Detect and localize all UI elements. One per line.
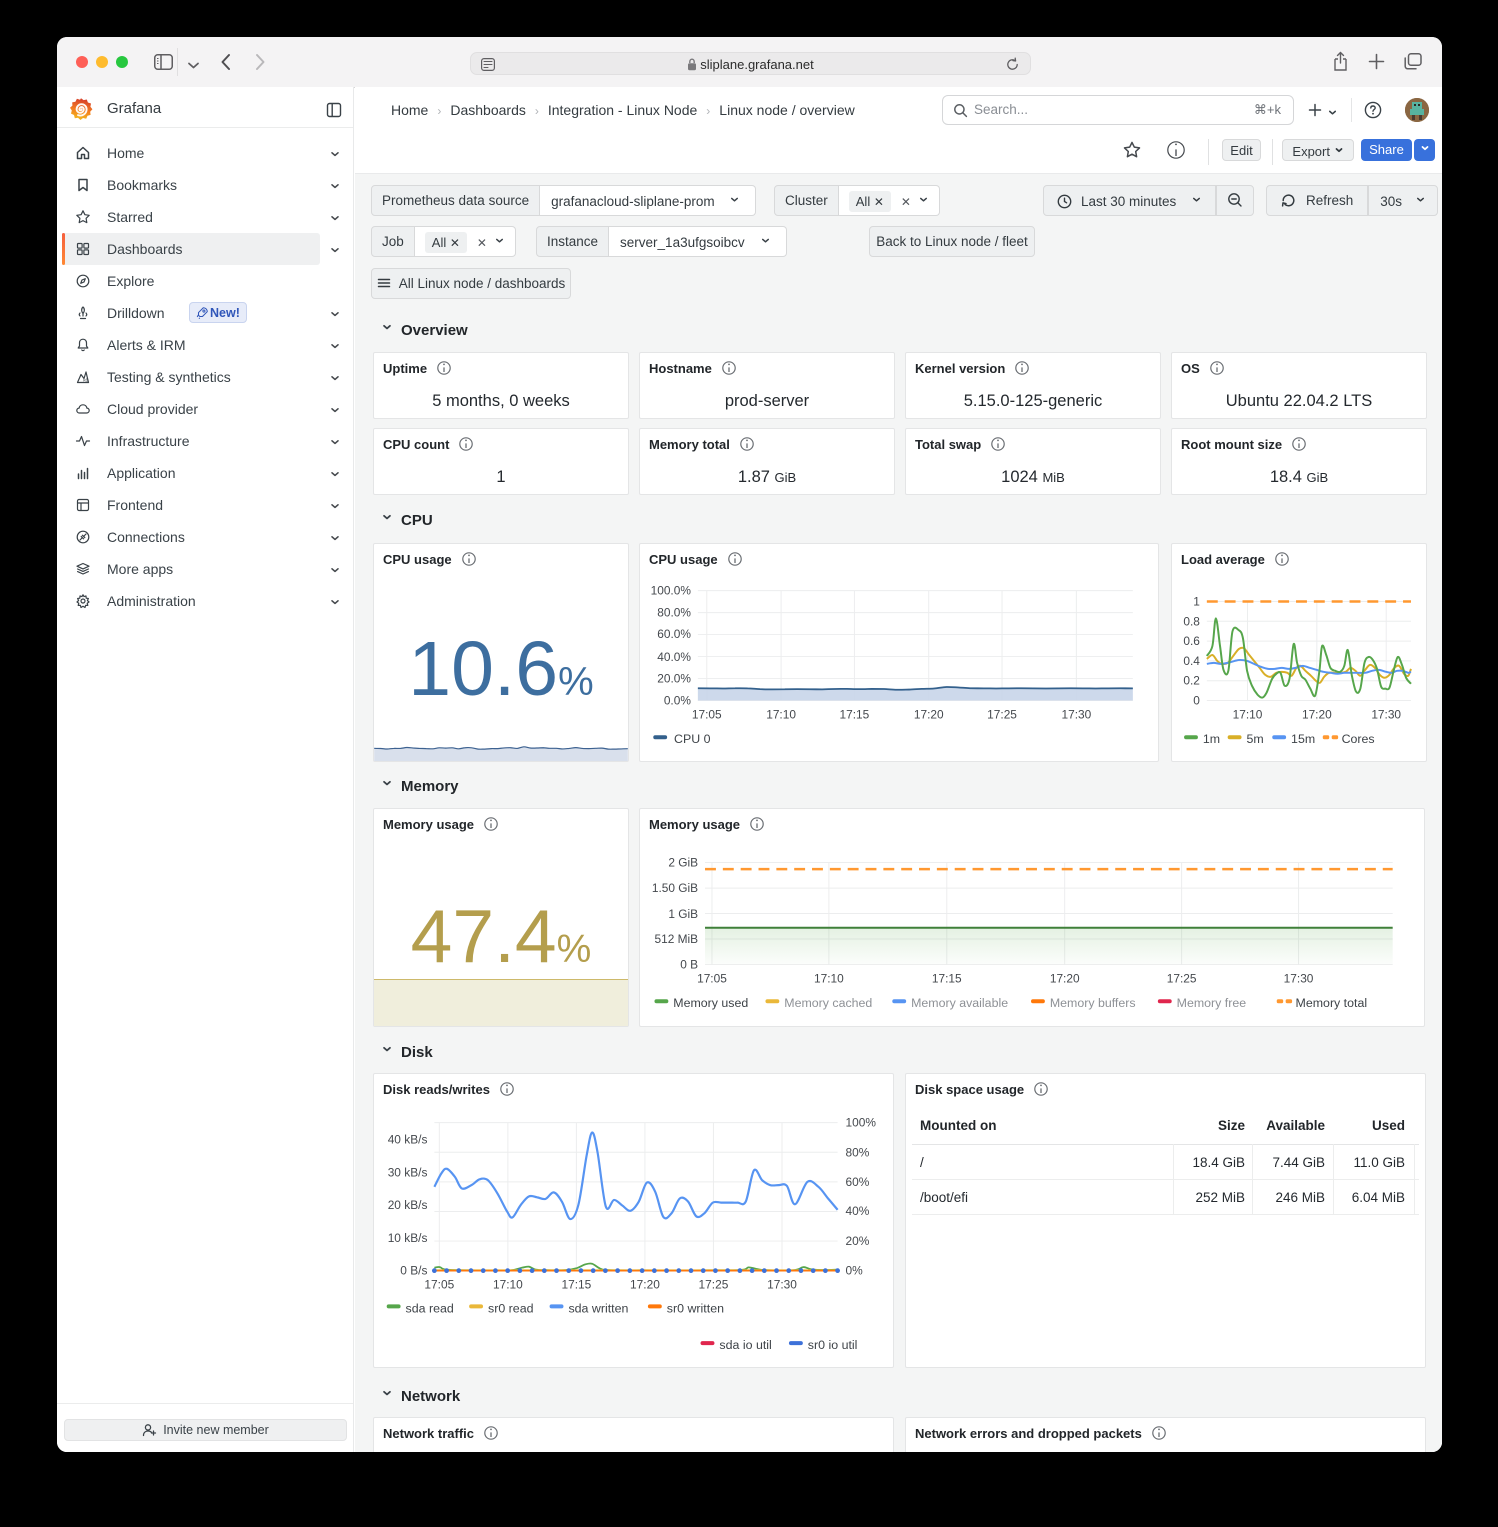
svg-text:20 kB/s: 20 kB/s	[388, 1198, 428, 1212]
svg-text:17:15: 17:15	[840, 707, 870, 721]
svg-text:0 B/s: 0 B/s	[400, 1264, 427, 1278]
svg-text:40 kB/s: 40 kB/s	[388, 1133, 428, 1147]
svg-text:100.0%: 100.0%	[651, 584, 692, 598]
svg-text:Memory used: Memory used	[673, 996, 748, 1010]
svg-text:sr0 read: sr0 read	[488, 1301, 534, 1315]
svg-text:0.8: 0.8	[1183, 614, 1200, 628]
svg-text:17:05: 17:05	[697, 971, 727, 985]
svg-text:sda read: sda read	[406, 1301, 454, 1315]
svg-text:0%: 0%	[846, 1264, 864, 1278]
svg-text:0.6: 0.6	[1183, 634, 1200, 648]
svg-text:1m: 1m	[1203, 732, 1220, 746]
svg-text:Cores: Cores	[1342, 732, 1375, 746]
svg-text:Memory buffers: Memory buffers	[1050, 996, 1136, 1010]
svg-text:80%: 80%	[846, 1145, 870, 1159]
svg-text:17:30: 17:30	[1062, 707, 1092, 721]
svg-text:0 B: 0 B	[680, 958, 698, 972]
svg-text:0.2: 0.2	[1183, 674, 1200, 688]
svg-text:Memory total: Memory total	[1296, 996, 1368, 1010]
svg-text:0: 0	[1193, 694, 1200, 708]
svg-text:60.0%: 60.0%	[657, 627, 691, 641]
svg-text:17:30: 17:30	[1371, 707, 1401, 721]
svg-text:sda io util: sda io util	[719, 1338, 771, 1352]
svg-text:0.0%: 0.0%	[664, 694, 692, 708]
svg-text:40%: 40%	[846, 1204, 870, 1218]
svg-text:17:10: 17:10	[814, 971, 844, 985]
svg-text:60%: 60%	[846, 1175, 870, 1189]
svg-text:17:30: 17:30	[767, 1278, 797, 1292]
svg-text:Memory available: Memory available	[911, 996, 1008, 1010]
svg-text:17:10: 17:10	[493, 1278, 523, 1292]
svg-text:CPU 0: CPU 0	[674, 732, 711, 746]
svg-text:80.0%: 80.0%	[657, 605, 691, 619]
svg-text:17:10: 17:10	[766, 707, 796, 721]
svg-text:40.0%: 40.0%	[657, 650, 691, 664]
svg-text:17:05: 17:05	[424, 1278, 454, 1292]
svg-text:sda written: sda written	[568, 1301, 628, 1315]
svg-text:17:15: 17:15	[932, 971, 962, 985]
svg-text:0.4: 0.4	[1183, 654, 1200, 668]
svg-text:17:05: 17:05	[692, 707, 722, 721]
svg-text:k6: k6	[83, 378, 88, 383]
svg-text:1 GiB: 1 GiB	[668, 907, 698, 921]
svg-text:sr0 written: sr0 written	[667, 1301, 724, 1315]
svg-text:Memory cached: Memory cached	[784, 996, 872, 1010]
svg-text:17:20: 17:20	[630, 1278, 660, 1292]
svg-text:sr0 io util: sr0 io util	[808, 1338, 858, 1352]
svg-text:17:20: 17:20	[914, 707, 944, 721]
svg-text:Memory free: Memory free	[1177, 996, 1247, 1010]
svg-text:17:20: 17:20	[1302, 707, 1332, 721]
svg-text:17:10: 17:10	[1233, 707, 1263, 721]
svg-text:20%: 20%	[846, 1234, 870, 1248]
svg-text:17:20: 17:20	[1050, 971, 1080, 985]
svg-text:512 MiB: 512 MiB	[654, 932, 698, 946]
svg-text:17:25: 17:25	[699, 1278, 729, 1292]
svg-text:17:15: 17:15	[561, 1278, 591, 1292]
svg-text:5m: 5m	[1246, 732, 1263, 746]
svg-text:15m: 15m	[1291, 732, 1315, 746]
svg-text:30 kB/s: 30 kB/s	[388, 1165, 428, 1179]
svg-text:17:25: 17:25	[1167, 971, 1197, 985]
svg-text:1: 1	[1193, 594, 1200, 608]
svg-text:17:25: 17:25	[987, 707, 1017, 721]
svg-text:17:30: 17:30	[1284, 971, 1314, 985]
svg-text:2 GiB: 2 GiB	[668, 855, 698, 869]
svg-text:100%: 100%	[846, 1116, 877, 1130]
svg-text:20.0%: 20.0%	[657, 672, 691, 686]
svg-text:10 kB/s: 10 kB/s	[388, 1231, 428, 1245]
svg-text:1.50 GiB: 1.50 GiB	[652, 881, 698, 895]
